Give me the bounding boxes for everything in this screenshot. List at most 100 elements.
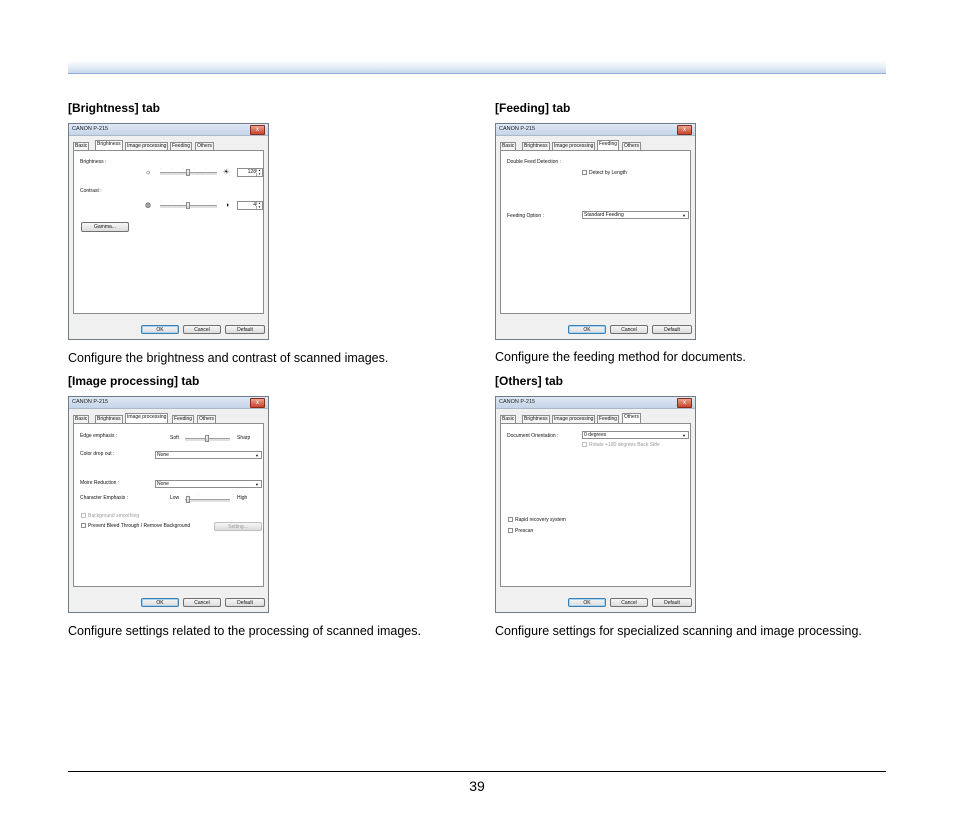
tab-others[interactable]: Others xyxy=(622,142,642,150)
low-label: Low xyxy=(170,495,180,501)
gamma-button[interactable]: Gamma... xyxy=(81,222,129,232)
ok-button[interactable]: OK xyxy=(141,598,179,607)
background-smoothing-label: Background smoothing xyxy=(88,513,140,519)
dialog-image-processing: CANON P-215 x Basic Brightness Image pro… xyxy=(68,396,269,613)
brightness-value: 128 xyxy=(247,169,256,175)
document-orientation-select[interactable]: 0 degrees ▼ xyxy=(582,431,689,439)
default-button[interactable]: Default xyxy=(225,325,265,334)
dialog-title: CANON P-215 xyxy=(72,126,109,132)
document-orientation-value: 0 degrees xyxy=(584,432,607,438)
spin-down-icon[interactable]: ▼ xyxy=(256,206,262,209)
default-button[interactable]: Default xyxy=(652,598,692,607)
rapid-recovery-label: Rapid recovery system xyxy=(515,517,566,523)
tab-others[interactable]: Others xyxy=(622,413,642,423)
setting-button[interactable]: Setting... xyxy=(214,522,262,531)
edge-emphasis-slider-thumb[interactable] xyxy=(205,435,209,442)
cancel-button[interactable]: Cancel xyxy=(183,325,221,334)
character-emphasis-slider-track[interactable] xyxy=(185,499,230,503)
close-icon[interactable]: x xyxy=(677,125,692,135)
section-heading-feeding: [Feeding] tab xyxy=(495,101,571,115)
cancel-button[interactable]: Cancel xyxy=(183,598,221,607)
dialog-title: CANON P-215 xyxy=(499,126,536,132)
moire-select[interactable]: None ▼ xyxy=(155,480,262,488)
prevent-bleed-checkbox[interactable] xyxy=(81,523,86,528)
tab-brightness[interactable]: Brightness xyxy=(95,415,123,423)
page-number: 39 xyxy=(469,778,485,794)
dialog-others: CANON P-215 x Basic Brightness Image pro… xyxy=(495,396,696,613)
dialog-brightness: CANON P-215 x Basic Brightness Image pro… xyxy=(68,123,269,340)
close-icon[interactable]: x xyxy=(250,398,265,408)
contrast-slider-thumb[interactable] xyxy=(186,202,190,209)
feeding-option-select[interactable]: Standard Feeding ▼ xyxy=(582,211,689,219)
contrast-value-spinner[interactable]: 4 ▲ ▼ xyxy=(237,201,263,210)
rotate-back-label: Rotate +180 degrees Back Side xyxy=(589,442,660,448)
rotate-back-checkbox[interactable] xyxy=(582,442,587,447)
brightness-low-icon: ☼ xyxy=(145,169,152,176)
ok-button[interactable]: OK xyxy=(568,325,606,334)
tab-basic[interactable]: Basic xyxy=(73,415,90,423)
prescan-checkbox[interactable] xyxy=(508,528,513,533)
close-icon[interactable]: x xyxy=(250,125,265,135)
tab-brightness[interactable]: Brightness xyxy=(95,140,123,150)
spin-down-icon[interactable]: ▼ xyxy=(256,173,262,176)
tab-feeding[interactable]: Feeding xyxy=(172,415,195,423)
dialog-titlebar[interactable]: CANON P-215 x xyxy=(496,124,695,136)
prescan-label: Prescan xyxy=(515,528,534,534)
brightness-value-spinner[interactable]: 128 ▲ ▼ xyxy=(237,168,263,177)
dialog-titlebar[interactable]: CANON P-215 x xyxy=(69,397,268,409)
color-drop-value: None xyxy=(157,452,169,458)
ok-button[interactable]: OK xyxy=(568,598,606,607)
tab-image-processing[interactable]: Image processing xyxy=(552,415,596,423)
dialog-titlebar[interactable]: CANON P-215 x xyxy=(69,124,268,136)
tab-feeding[interactable]: Feeding xyxy=(597,415,620,423)
tab-feeding[interactable]: Feeding xyxy=(170,142,193,150)
tab-brightness[interactable]: Brightness xyxy=(522,142,550,150)
slider-ticks: ' ' ' ' ' ' ' ' xyxy=(160,200,246,204)
tab-others[interactable]: Others xyxy=(197,415,217,423)
section-heading-others: [Others] tab xyxy=(495,374,564,388)
contrast-low-icon: ◍ xyxy=(145,202,152,209)
contrast-label: Contrast : xyxy=(80,188,102,194)
tab-panel: Document Orientation : 0 degrees ▼ Rotat… xyxy=(500,423,691,587)
tab-brightness[interactable]: Brightness xyxy=(522,415,550,423)
slider-ticks: ' ' ' ' ' ' ' ' xyxy=(160,167,246,171)
edge-emphasis-label: Edge emphasis : xyxy=(80,433,118,439)
background-smoothing-checkbox[interactable] xyxy=(81,513,86,518)
tab-image-processing[interactable]: Image processing xyxy=(552,142,596,150)
character-emphasis-slider-thumb[interactable] xyxy=(186,496,190,503)
cancel-button[interactable]: Cancel xyxy=(610,325,648,334)
dialog-titlebar[interactable]: CANON P-215 x xyxy=(496,397,695,409)
dialog-feeding: CANON P-215 x Basic Brightness Image pro… xyxy=(495,123,696,340)
cancel-button[interactable]: Cancel xyxy=(610,598,648,607)
soft-label: Soft xyxy=(170,435,179,441)
tab-panel: Double Feed Detection : Detect by Length… xyxy=(500,150,691,314)
chevron-down-icon: ▼ xyxy=(255,453,259,458)
default-button[interactable]: Default xyxy=(225,598,265,607)
tab-feeding[interactable]: Feeding xyxy=(597,140,620,150)
tab-others[interactable]: Others xyxy=(195,142,215,150)
ok-button[interactable]: OK xyxy=(141,325,179,334)
brightness-slider-thumb[interactable] xyxy=(186,169,190,176)
default-button[interactable]: Default xyxy=(652,325,692,334)
brightness-label: Brightness : xyxy=(80,159,107,165)
tab-image-processing[interactable]: Image processing xyxy=(125,142,169,150)
tab-basic[interactable]: Basic xyxy=(500,142,517,150)
rapid-recovery-checkbox[interactable] xyxy=(508,517,513,522)
caption-feeding: Configure the feeding method for documen… xyxy=(495,350,746,364)
character-emphasis-label: Character Emphasis : xyxy=(80,495,129,501)
header-bar xyxy=(68,60,886,74)
contrast-high-icon: ◑ xyxy=(225,202,230,209)
chevron-down-icon: ▼ xyxy=(255,482,259,487)
tab-basic[interactable]: Basic xyxy=(500,415,517,423)
prevent-bleed-label: Prevent Bleed Through / Remove Backgroun… xyxy=(88,523,191,529)
document-orientation-label: Document Orientation : xyxy=(507,433,559,439)
tab-image-processing[interactable]: Image processing xyxy=(125,413,169,423)
tab-basic[interactable]: Basic xyxy=(73,142,90,150)
chevron-down-icon: ▼ xyxy=(682,213,686,218)
color-drop-select[interactable]: None ▼ xyxy=(155,451,262,459)
close-icon[interactable]: x xyxy=(677,398,692,408)
footer-rule xyxy=(68,771,886,772)
feeding-option-label: Feeding Option : xyxy=(507,213,544,219)
caption-brightness: Configure the brightness and contrast of… xyxy=(68,351,389,365)
detect-by-length-checkbox[interactable] xyxy=(582,170,587,175)
